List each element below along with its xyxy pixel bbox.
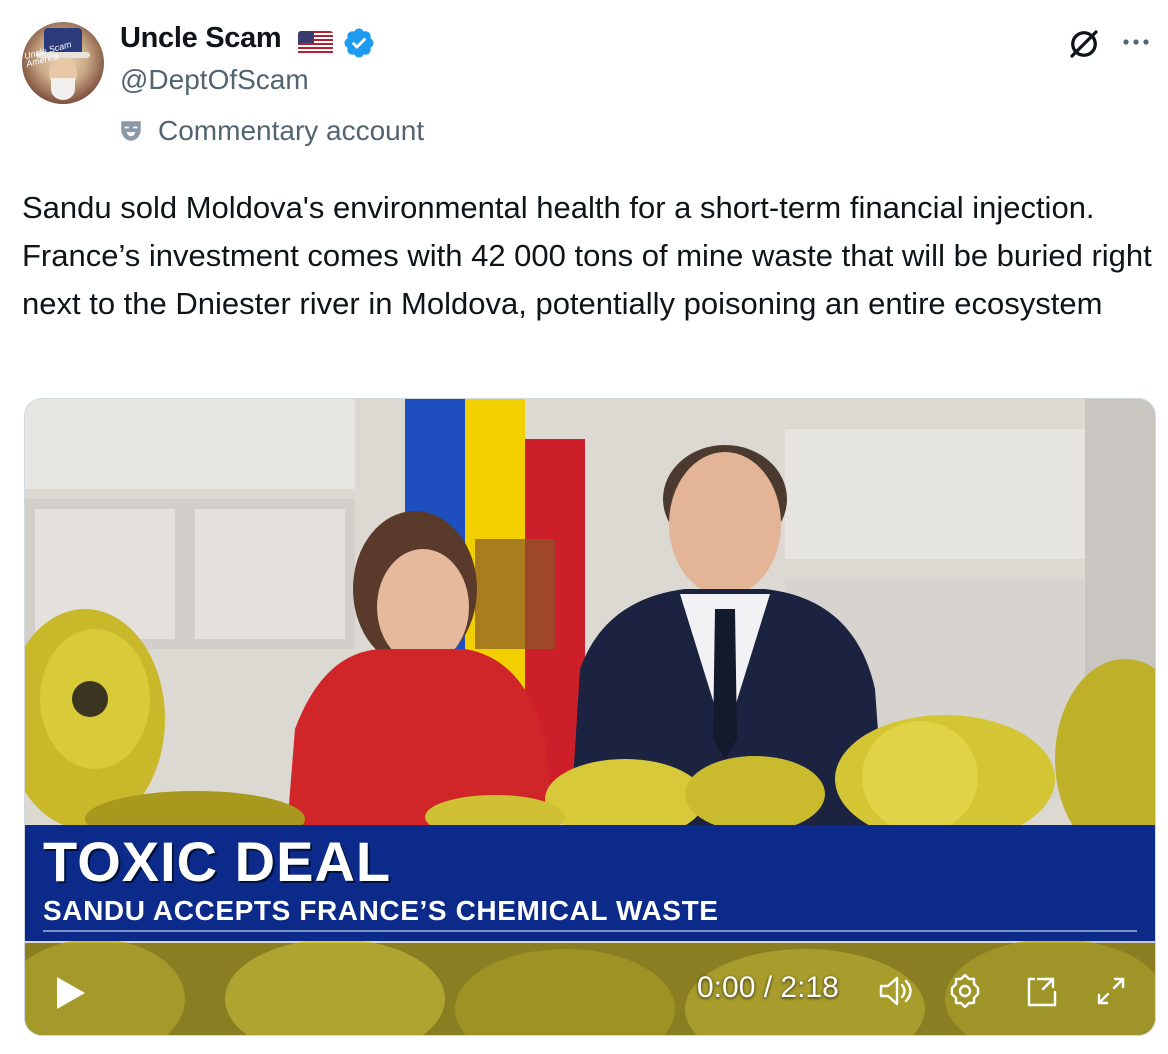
avatar[interactable]: Uncle Scam America (22, 22, 104, 104)
chyron-divider (43, 930, 1137, 932)
display-name[interactable]: Uncle Scam (120, 22, 282, 55)
theater-mask-icon (121, 121, 141, 141)
video-timecode: 0:00 / 2:18 (697, 971, 839, 1004)
account-label: Commentary account (118, 113, 424, 149)
chyron-subline: SANDU ACCEPTS FRANCE’S CHEMICAL WASTE (43, 895, 719, 926)
account-label-text: Commentary account (158, 115, 425, 146)
avatar-beard (51, 78, 75, 100)
play-icon[interactable] (51, 973, 89, 1013)
settings-icon[interactable] (945, 971, 985, 1011)
news-chyron: TOXIC DEAL SANDU ACCEPTS FRANCE’S CHEMIC… (25, 825, 1155, 941)
fullscreen-icon[interactable] (1091, 971, 1131, 1011)
tweet-text: Sandu sold Moldova's environmental healt… (22, 190, 1152, 321)
user-handle[interactable]: @DeptOfScam (120, 64, 309, 96)
grok-icon[interactable] (1066, 26, 1102, 62)
volume-icon[interactable] (875, 971, 915, 1011)
more-options-icon[interactable] (1116, 26, 1156, 58)
chyron-headline: TOXIC DEAL (43, 830, 392, 893)
picture-in-picture-icon[interactable] (1021, 971, 1061, 1011)
video-player[interactable]: TOXIC DEAL SANDU ACCEPTS FRANCE’S CHEMIC… (24, 398, 1156, 1036)
us-flag-icon (298, 31, 333, 55)
verified-badge-icon (344, 28, 374, 58)
